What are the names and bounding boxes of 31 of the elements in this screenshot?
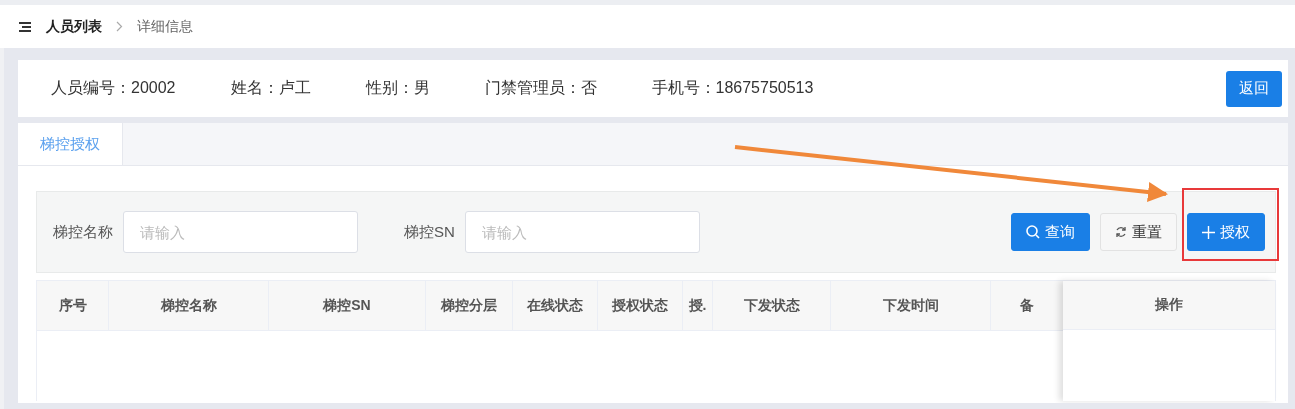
reset-button[interactable]: 重置 (1100, 213, 1177, 251)
plus-icon (1202, 225, 1215, 239)
back-button[interactable]: 返回 (1226, 70, 1282, 107)
column-header: 梯控名称 (109, 281, 269, 330)
column-header: 梯控分层 (426, 281, 513, 330)
input-field[interactable]: 请输入 (123, 211, 358, 253)
info-field: 手机号：18675750513 (651, 78, 814, 99)
filter-label: 梯控SN (404, 222, 455, 242)
breadcrumb-item[interactable]: 人员列表 (46, 17, 102, 36)
info-field: 门禁管理员：否 (484, 78, 597, 99)
info-field: 性别：男 (365, 78, 430, 99)
info-field: 姓名：卢工 (230, 78, 311, 99)
column-header: 序号 (37, 281, 109, 330)
column-header: 授权状态 (598, 281, 683, 330)
refresh-icon (1115, 226, 1127, 238)
column-header: 操作 (1063, 281, 1275, 330)
tab[interactable]: 梯控授权 (18, 123, 123, 165)
search-icon (1026, 225, 1040, 239)
column-header: 授. (683, 281, 713, 330)
column-header: 下发状态 (713, 281, 831, 330)
menu-icon[interactable] (18, 20, 32, 33)
info-field: 人员编号：20002 (51, 78, 176, 99)
breadcrumb-item[interactable]: 详细信息 (137, 17, 193, 36)
chevron-icon (116, 21, 123, 32)
column-header: 梯控SN (269, 281, 426, 330)
search-button[interactable]: 查询 (1011, 213, 1090, 251)
column-header: 在线状态 (513, 281, 598, 330)
add-button[interactable]: 授权 (1187, 213, 1265, 251)
column-header: 下发时间 (831, 281, 991, 330)
input-field[interactable]: 请输入 (464, 211, 700, 253)
filter-label: 梯控名称 (53, 222, 113, 242)
